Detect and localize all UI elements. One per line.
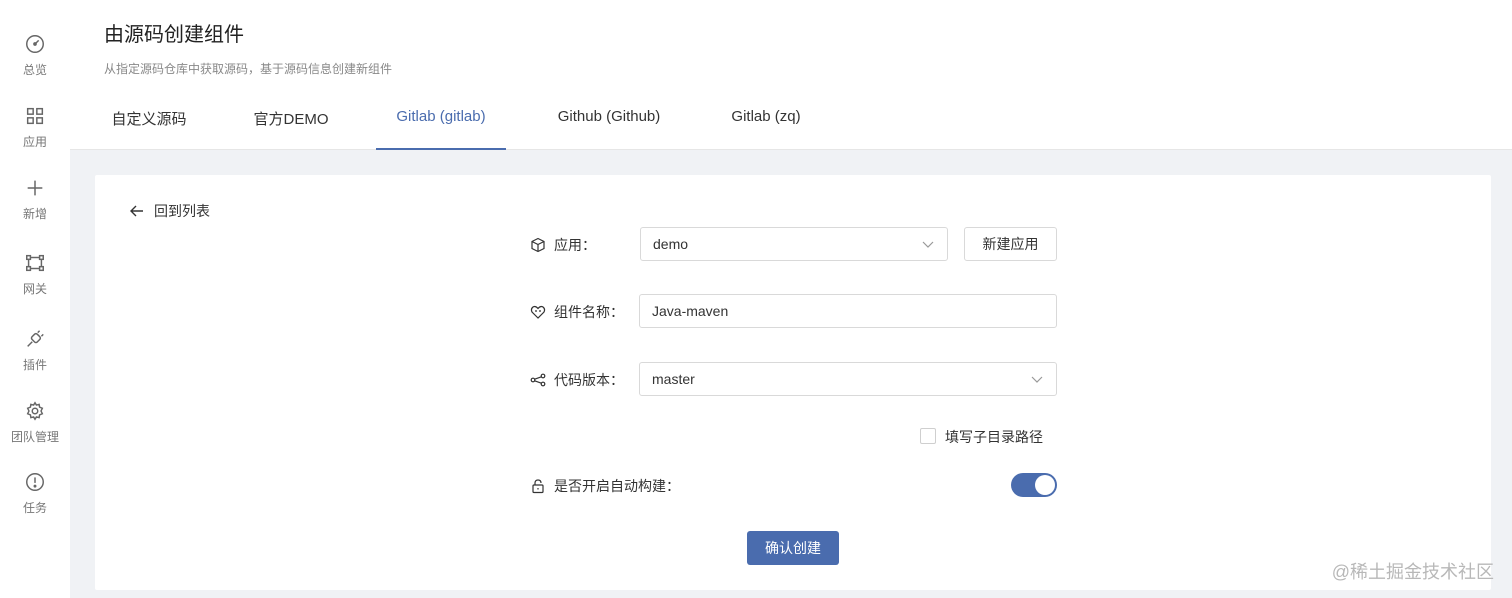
sidebar-item-label: 插件 bbox=[22, 358, 47, 372]
tab-gitlab-gitlab[interactable]: Gitlab (gitlab) bbox=[376, 108, 506, 150]
arrow-left-icon bbox=[130, 205, 143, 217]
sidebar-item-plugins[interactable]: 插件 bbox=[0, 328, 70, 388]
apps-grid-icon bbox=[26, 107, 44, 125]
code-version-value: master bbox=[652, 371, 695, 387]
component-name-input[interactable]: Java-maven bbox=[639, 294, 1057, 328]
sidebar-item-label: 团队管理 bbox=[10, 430, 59, 444]
subdir-checkbox-label: 填写子目录路径 bbox=[945, 429, 1043, 445]
auto-build-label: 是否开启自动构建： bbox=[530, 476, 680, 496]
alert-circle-icon bbox=[26, 473, 44, 491]
back-to-list-link[interactable]: 回到列表 bbox=[129, 201, 210, 221]
app-label-text: 应用： bbox=[554, 237, 596, 253]
code-version-label-text: 代码版本： bbox=[554, 372, 624, 388]
chevron-down-icon bbox=[1031, 376, 1043, 383]
confirm-create-button[interactable]: 确认创建 bbox=[747, 531, 839, 565]
cube-icon bbox=[531, 237, 545, 253]
code-version-label: 代码版本： bbox=[530, 370, 624, 390]
sidebar-item-gateway[interactable]: 网关 bbox=[0, 252, 70, 312]
sidebar-item-label: 应用 bbox=[22, 135, 47, 149]
chevron-down-icon bbox=[922, 241, 934, 248]
code-version-select[interactable]: master bbox=[639, 362, 1057, 396]
tab-gitlab-zq[interactable]: Gitlab (zq) bbox=[720, 108, 812, 150]
subdir-checkbox[interactable] bbox=[920, 428, 936, 444]
branch-icon bbox=[530, 373, 546, 387]
page-subtitle: 从指定源码仓库中获取源码，基于源码信息创建新组件 bbox=[104, 62, 393, 76]
auto-build-label-text: 是否开启自动构建： bbox=[554, 478, 680, 494]
component-name-label: 组件名称： bbox=[530, 302, 624, 322]
sidebar-item-label: 任务 bbox=[22, 501, 47, 515]
page-header: 由源码创建组件 从指定源码仓库中获取源码，基于源码信息创建新组件 自定义源码 官… bbox=[70, 0, 1512, 150]
auto-build-toggle[interactable] bbox=[1011, 473, 1057, 497]
sidebar-item-overview[interactable]: 总览 bbox=[0, 33, 70, 93]
dashboard-icon bbox=[26, 35, 44, 53]
toggle-knob bbox=[1035, 475, 1055, 495]
app-select[interactable]: demo bbox=[640, 227, 948, 261]
app-select-value: demo bbox=[653, 236, 689, 252]
app-label: 应用： bbox=[530, 235, 596, 255]
sidebar-item-apps[interactable]: 应用 bbox=[0, 105, 70, 165]
component-icon bbox=[530, 305, 546, 319]
sidebar-item-label: 总览 bbox=[22, 63, 47, 77]
sidebar: 总览 应用 新增 网关 插件 团队管理 任务 bbox=[0, 0, 70, 598]
plus-icon bbox=[27, 180, 43, 196]
back-label: 回到列表 bbox=[154, 203, 210, 219]
gateway-icon bbox=[26, 254, 44, 272]
sidebar-item-add[interactable]: 新增 bbox=[0, 177, 70, 237]
component-name-value: Java-maven bbox=[652, 303, 729, 319]
lock-icon bbox=[532, 479, 544, 494]
page-title: 由源码创建组件 bbox=[104, 24, 244, 46]
component-name-label-text: 组件名称： bbox=[554, 304, 624, 320]
sidebar-item-tasks[interactable]: 任务 bbox=[0, 471, 70, 531]
new-app-button[interactable]: 新建应用 bbox=[964, 227, 1057, 261]
gear-icon bbox=[26, 401, 44, 421]
tab-custom-source[interactable]: 自定义源码 bbox=[100, 108, 198, 150]
sidebar-item-team[interactable]: 团队管理 bbox=[0, 400, 70, 460]
tab-official-demo[interactable]: 官方DEMO bbox=[242, 108, 340, 150]
plugin-icon bbox=[27, 330, 44, 347]
sidebar-item-label: 网关 bbox=[22, 282, 47, 296]
sidebar-item-label: 新增 bbox=[22, 207, 47, 221]
watermark: @稀土掘金技术社区 bbox=[1331, 562, 1494, 582]
form-card: 回到列表 应用： demo 新建应用 组件名称： Java-maven 代码版本… bbox=[95, 175, 1491, 590]
tab-github-github[interactable]: Github (Github) bbox=[544, 108, 674, 150]
